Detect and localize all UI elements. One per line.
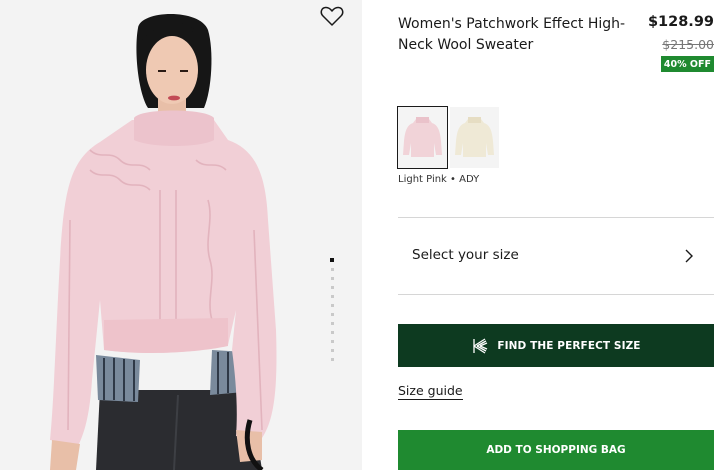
gallery-dot[interactable]	[331, 268, 334, 271]
gallery-dot[interactable]	[331, 322, 334, 325]
size-guide-link[interactable]: Size guide	[398, 383, 463, 400]
product-title: Women's Patchwork Effect High-Neck Wool …	[398, 16, 626, 53]
selected-color-label: Light Pink • ADY	[398, 174, 480, 185]
color-swatch-ecru[interactable]	[450, 107, 499, 168]
find-perfect-size-button[interactable]: FIND THE PERFECT SIZE	[398, 324, 714, 367]
gallery-dot[interactable]	[330, 258, 334, 262]
gallery-dot[interactable]	[331, 331, 334, 334]
gallery-dot[interactable]	[331, 358, 334, 361]
find-perfect-size-label: FIND THE PERFECT SIZE	[497, 339, 641, 352]
kiwi-size-logo-icon	[473, 337, 488, 354]
product-image-gallery[interactable]	[0, 0, 362, 470]
discount-badge: 40% OFF	[660, 56, 714, 72]
gallery-pagination	[330, 258, 336, 367]
divider	[398, 294, 714, 295]
sweater-thumbnail-icon	[398, 107, 447, 168]
gallery-dot[interactable]	[331, 340, 334, 343]
gallery-dot[interactable]	[331, 286, 334, 289]
gallery-dot[interactable]	[331, 295, 334, 298]
gallery-dot[interactable]	[331, 304, 334, 307]
gallery-dot[interactable]	[331, 313, 334, 316]
sweater-thumbnail-icon	[450, 107, 499, 168]
gallery-dot[interactable]	[331, 277, 334, 280]
add-to-bag-label: ADD TO SHOPPING BAG	[486, 444, 626, 456]
size-selector-label: Select your size	[412, 247, 519, 263]
product-photo	[50, 14, 277, 470]
chevron-right-icon	[685, 249, 693, 263]
favorite-heart-icon[interactable]	[320, 5, 344, 27]
original-price: $215.00	[662, 37, 714, 52]
current-price: $128.99	[647, 14, 714, 30]
gallery-dot[interactable]	[331, 349, 334, 352]
color-swatch-light-pink[interactable]	[397, 106, 448, 169]
size-selector[interactable]: Select your size	[398, 218, 714, 294]
add-to-bag-button[interactable]: ADD TO SHOPPING BAG	[398, 430, 714, 470]
